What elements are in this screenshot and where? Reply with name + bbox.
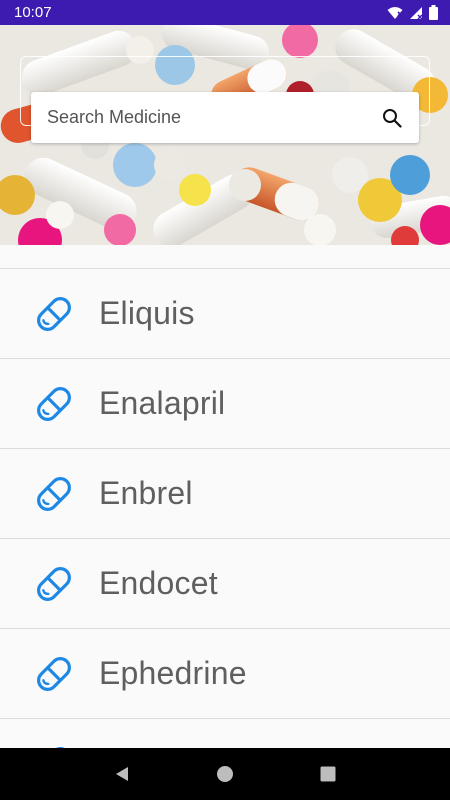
home-icon bbox=[216, 766, 233, 782]
recents-button[interactable] bbox=[313, 759, 343, 789]
medicine-name: Endocet bbox=[99, 565, 218, 601]
medicine-name: Enalapril bbox=[99, 385, 226, 421]
search-bar bbox=[31, 92, 419, 143]
battery-icon bbox=[429, 5, 438, 20]
home-button[interactable] bbox=[210, 759, 240, 789]
list-item[interactable]: Endocet bbox=[0, 539, 450, 629]
medicine-name: Eliquis bbox=[99, 295, 195, 331]
status-icons bbox=[387, 5, 438, 20]
medicine-name: Enbrel bbox=[99, 475, 193, 511]
pill-icon bbox=[37, 476, 71, 511]
list-item[interactable]: Enbrel bbox=[0, 449, 450, 539]
back-icon bbox=[115, 767, 128, 781]
signal-icon bbox=[410, 6, 423, 19]
pill-icon bbox=[37, 296, 71, 331]
status-bar: 10:07 bbox=[0, 0, 450, 25]
medicine-list: Eliquis Enalapril Enbrel Endocet Ephedri… bbox=[0, 268, 450, 748]
navigation-bar bbox=[0, 748, 450, 800]
pill-icon bbox=[37, 656, 71, 691]
medicine-name: Ephedrine bbox=[99, 655, 247, 691]
status-time: 10:07 bbox=[14, 4, 52, 21]
list-item[interactable]: Ephedrine bbox=[0, 629, 450, 719]
recents-icon bbox=[320, 766, 336, 782]
list-item[interactable]: Enalapril bbox=[0, 359, 450, 449]
list-item[interactable]: Eliquis bbox=[0, 269, 450, 359]
pill-icon bbox=[37, 386, 71, 421]
search-icon bbox=[383, 108, 402, 128]
wifi-icon bbox=[387, 6, 403, 19]
back-button[interactable] bbox=[107, 759, 137, 789]
search-button[interactable] bbox=[379, 105, 405, 131]
pill-icon bbox=[37, 566, 71, 601]
search-input[interactable] bbox=[47, 107, 379, 128]
list-item[interactable] bbox=[0, 719, 450, 748]
